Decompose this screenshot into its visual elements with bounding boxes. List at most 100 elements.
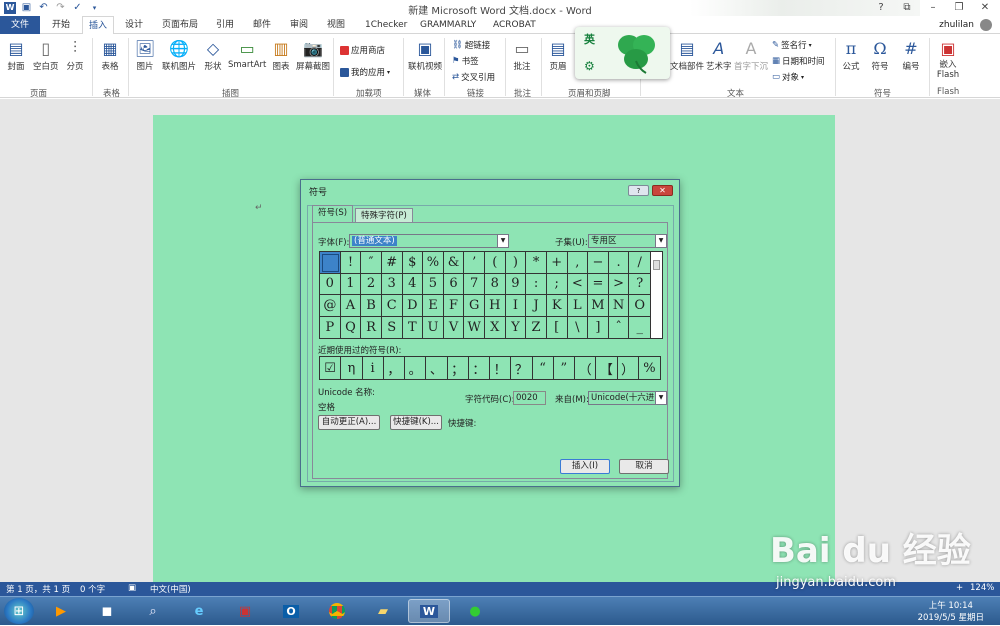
- symbol-cell[interactable]: ’: [464, 252, 485, 274]
- symbol-cell[interactable]: Z: [526, 316, 547, 338]
- page-break-button[interactable]: ⫶ 分页: [65, 38, 85, 72]
- recent-symbol-cell[interactable]: 、: [426, 357, 448, 379]
- tab-view[interactable]: 视图: [321, 16, 351, 34]
- zoom-in-icon[interactable]: +: [956, 583, 963, 593]
- shortcut-key-button[interactable]: 快捷键(K)...: [390, 415, 442, 430]
- symbol-cell-selected[interactable]: [320, 252, 341, 274]
- recent-symbol-cell[interactable]: “: [533, 357, 554, 379]
- start-button[interactable]: ⊞: [4, 598, 34, 624]
- symbol-cell[interactable]: K: [546, 295, 568, 317]
- font-select[interactable]: (普通文本) ▼: [349, 234, 509, 248]
- tab-review[interactable]: 审阅: [284, 16, 314, 34]
- symbol-cell[interactable]: ): [505, 252, 527, 274]
- symbol-cell[interactable]: .: [608, 252, 630, 274]
- hyperlink-button[interactable]: ⛓ 超链接: [452, 39, 490, 51]
- symbol-grid-scrollbar[interactable]: [651, 251, 663, 339]
- tab-acrobat[interactable]: ACROBAT: [487, 16, 542, 34]
- symbol-cell[interactable]: >: [608, 273, 630, 295]
- ribbon-display-icon[interactable]: ⧉: [894, 0, 920, 16]
- ime-language[interactable]: 英: [584, 31, 595, 47]
- tab-layout[interactable]: 页面布局: [156, 16, 204, 34]
- quick-parts-button[interactable]: ▤ 文档部件: [670, 38, 704, 73]
- chevron-down-icon[interactable]: ▼: [655, 392, 666, 404]
- recent-symbol-cell[interactable]: ）: [618, 357, 639, 379]
- minimize-icon[interactable]: –: [920, 0, 946, 16]
- table-button[interactable]: ▦ 表格: [100, 38, 120, 73]
- symbol-cell[interactable]: (: [485, 252, 506, 274]
- symbol-cell[interactable]: _: [629, 317, 650, 339]
- taskbar-internet-explorer[interactable]: e: [178, 599, 220, 623]
- recent-symbol-cell[interactable]: ，: [384, 357, 405, 379]
- symbol-cell[interactable]: D: [402, 295, 424, 317]
- maximize-icon[interactable]: ❐: [946, 0, 972, 16]
- tab-grammarly[interactable]: GRAMMARLY: [414, 16, 482, 34]
- page-count[interactable]: 第 1 页，共 1 页: [6, 583, 70, 595]
- tab-symbols[interactable]: 符号(S): [312, 205, 354, 222]
- bookmark-button[interactable]: ⚑ 书签: [452, 55, 479, 67]
- tab-mailings[interactable]: 邮件: [247, 16, 277, 34]
- clock[interactable]: 上午 10:14 2019/5/5 星期日: [918, 600, 984, 624]
- user-name[interactable]: zhulilan: [939, 16, 974, 34]
- object-button[interactable]: ▭ 对象 ▾: [772, 71, 804, 83]
- symbol-cell[interactable]: #: [381, 252, 403, 274]
- symbol-cell[interactable]: L: [567, 295, 589, 317]
- ime-skin-popup[interactable]: 英 ⚙: [575, 27, 670, 79]
- symbol-cell[interactable]: T: [403, 316, 424, 338]
- smartart-button[interactable]: ▭ SmartArt: [228, 38, 266, 71]
- recent-symbol-cell[interactable]: 【: [596, 357, 618, 379]
- symbol-cell[interactable]: B: [361, 295, 382, 317]
- language-status[interactable]: 中文(中国): [150, 583, 191, 595]
- recent-symbol-cell[interactable]: η: [341, 357, 363, 379]
- symbol-cell[interactable]: 3: [381, 273, 403, 295]
- tab-insert[interactable]: 插入: [82, 16, 115, 35]
- symbol-cell[interactable]: ;: [546, 273, 568, 295]
- symbol-cell[interactable]: 4: [402, 273, 424, 295]
- symbol-cell[interactable]: P: [320, 316, 341, 338]
- taskbar-word[interactable]: W: [408, 599, 450, 623]
- symbol-cell[interactable]: \: [568, 316, 589, 338]
- tab-design[interactable]: 设计: [119, 16, 149, 34]
- symbol-cell[interactable]: N: [608, 295, 630, 317]
- recent-symbol-cell[interactable]: ☑: [320, 357, 342, 379]
- chart-button[interactable]: ▥ 图表: [271, 38, 291, 73]
- shapes-button[interactable]: ◇ 形状: [203, 38, 223, 73]
- equation-button[interactable]: π 公式: [841, 38, 861, 73]
- symbol-cell[interactable]: /: [629, 252, 650, 274]
- symbol-cell[interactable]: G: [464, 295, 485, 317]
- recent-symbol-cell[interactable]: ”: [554, 357, 575, 379]
- symbol-cell[interactable]: Y: [506, 316, 527, 338]
- symbol-cell[interactable]: @: [320, 295, 341, 317]
- header-button[interactable]: ▤ 页眉: [548, 38, 568, 73]
- symbol-cell[interactable]: :: [526, 273, 547, 295]
- symbol-cell[interactable]: O: [629, 295, 650, 317]
- symbol-cell[interactable]: V: [444, 316, 465, 338]
- autocorrect-button[interactable]: 自动更正(A)...: [318, 415, 380, 430]
- symbol-cell[interactable]: [: [547, 316, 568, 338]
- symbol-cell[interactable]: X: [485, 316, 506, 338]
- recent-symbol-cell[interactable]: ？: [511, 357, 533, 379]
- char-code-input[interactable]: 0020: [513, 391, 546, 405]
- taskbar-outlook[interactable]: O: [270, 599, 312, 623]
- symbol-cell[interactable]: ″: [361, 252, 382, 274]
- symbol-cell[interactable]: =: [588, 273, 609, 295]
- tab-references[interactable]: 引用: [210, 16, 240, 34]
- symbol-cell[interactable]: 2: [361, 273, 382, 295]
- taskbar-app-blue[interactable]: ◼: [86, 599, 128, 623]
- cancel-button[interactable]: 取消: [619, 459, 669, 474]
- dialog-help-button[interactable]: ?: [628, 185, 649, 196]
- taskbar-media-player[interactable]: ▶: [40, 599, 82, 623]
- symbol-cell[interactable]: %: [423, 252, 444, 274]
- chevron-down-icon[interactable]: ▼: [655, 235, 666, 247]
- symbol-cell[interactable]: R: [361, 316, 382, 338]
- symbol-cell[interactable]: U: [423, 316, 444, 338]
- taskbar-search-tool[interactable]: ⌕: [132, 599, 174, 623]
- close-window-icon[interactable]: ✕: [972, 0, 998, 16]
- taskbar-explorer[interactable]: ▰: [362, 599, 404, 623]
- symbol-cell[interactable]: !: [340, 252, 362, 274]
- symbol-cell[interactable]: 8: [485, 273, 506, 295]
- symbol-cell[interactable]: 9: [505, 273, 527, 295]
- drop-cap-button[interactable]: A 首字下沉: [734, 38, 768, 73]
- symbol-cell[interactable]: &: [443, 252, 465, 274]
- taskbar-monitor-app[interactable]: ▣: [224, 599, 266, 623]
- subset-select[interactable]: 专用区 ▼: [588, 234, 667, 248]
